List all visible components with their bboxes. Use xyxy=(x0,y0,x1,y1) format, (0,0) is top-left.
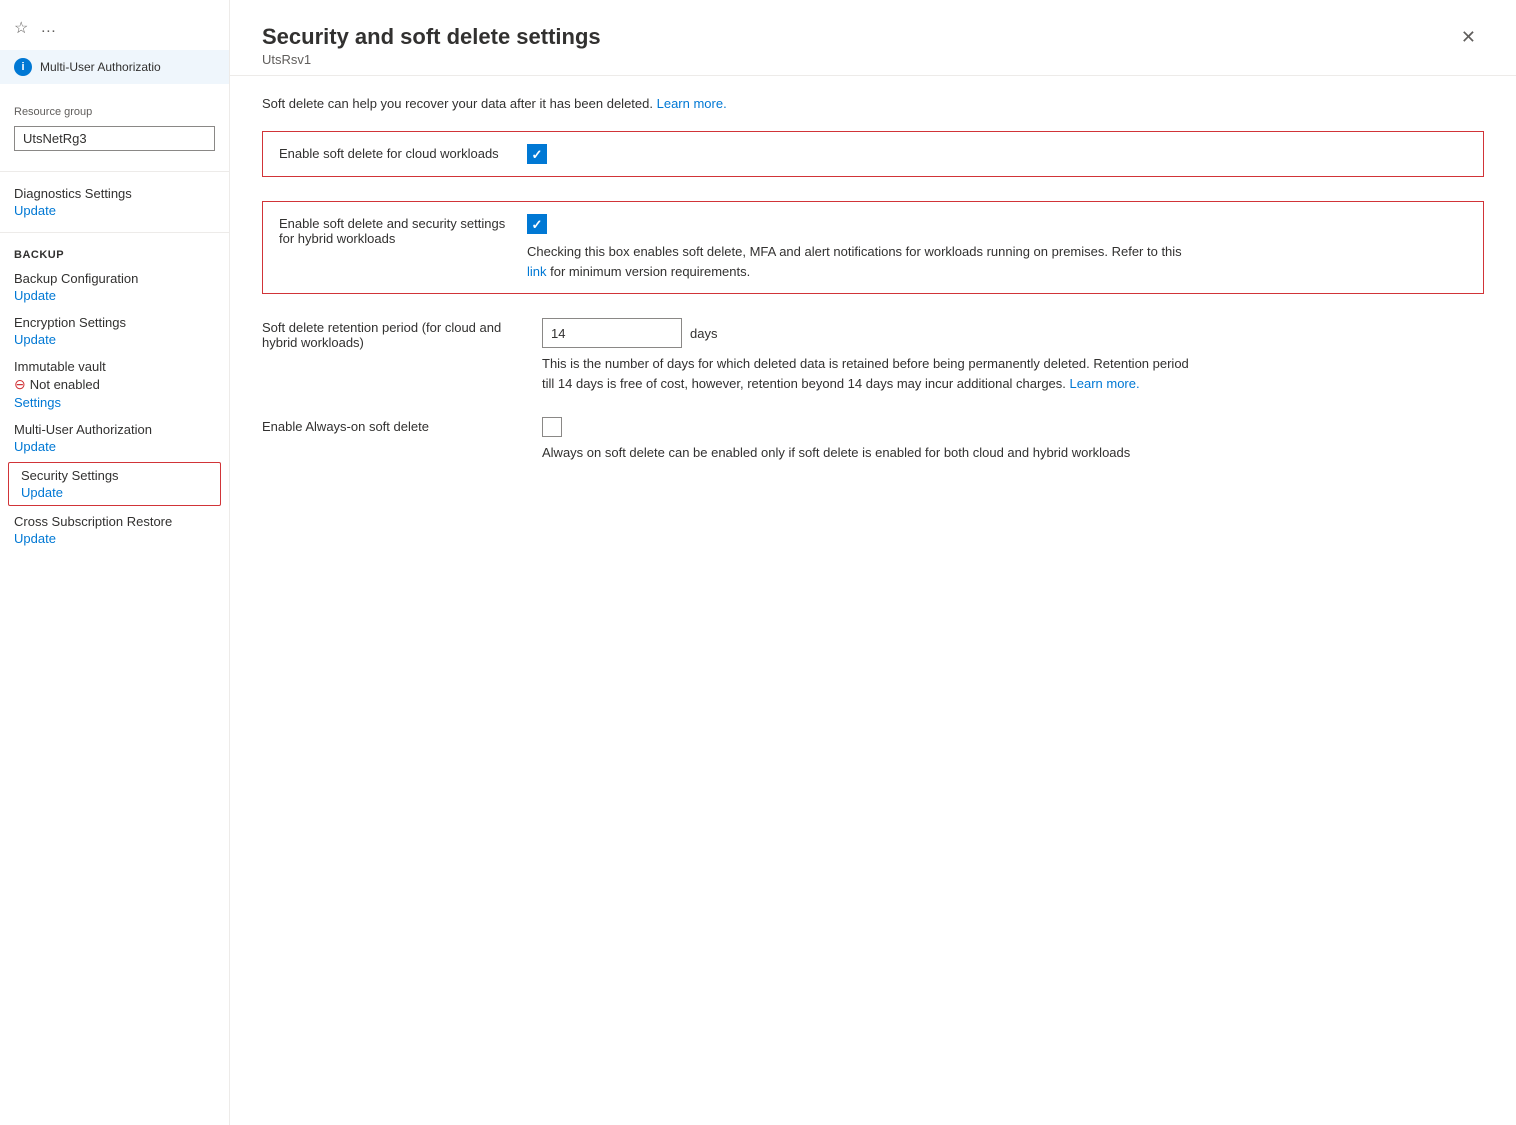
sidebar-item-diagnostics: Diagnostics Settings Update xyxy=(0,180,229,224)
always-on-checkbox[interactable] xyxy=(542,417,562,437)
more-icon[interactable]: … xyxy=(40,19,56,37)
security-settings-link[interactable]: Update xyxy=(21,485,63,500)
close-button[interactable]: ✕ xyxy=(1453,24,1484,50)
sidebar-item-mua: Multi-User Authorization Update xyxy=(0,416,229,460)
retention-learn-more-link[interactable]: Learn more. xyxy=(1070,376,1140,391)
hybrid-workloads-checkbox[interactable]: ✓ xyxy=(527,214,547,234)
sidebar: ☆ … i Multi-User Authorizatio Resource g… xyxy=(0,0,230,1125)
mua-title: Multi-User Authorization xyxy=(14,422,215,437)
panel-description: Soft delete can help you recover your da… xyxy=(262,96,1484,111)
cloud-workloads-section: Enable soft delete for cloud workloads ✓ xyxy=(262,131,1484,177)
resource-group-input[interactable] xyxy=(14,126,215,151)
retention-period-row: Soft delete retention period (for cloud … xyxy=(262,318,1484,393)
backup-config-title: Backup Configuration xyxy=(14,271,215,286)
hybrid-workloads-section: Enable soft delete and security settings… xyxy=(262,201,1484,294)
sidebar-item-encryption: Encryption Settings Update xyxy=(0,309,229,353)
always-on-label: Enable Always-on soft delete xyxy=(262,417,542,434)
cloud-workloads-checkbox[interactable]: ✓ xyxy=(527,144,547,164)
encryption-link[interactable]: Update xyxy=(14,332,56,347)
retention-description: This is the number of days for which del… xyxy=(542,354,1202,393)
cloud-workloads-checkmark: ✓ xyxy=(532,148,543,161)
sidebar-item-backup-config: Backup Configuration Update xyxy=(0,265,229,309)
always-on-control-row xyxy=(542,417,1484,437)
always-on-control: Always on soft delete can be enabled onl… xyxy=(542,417,1484,463)
cloud-workloads-control: ✓ xyxy=(527,144,1467,164)
always-on-description: Always on soft delete can be enabled onl… xyxy=(542,443,1202,463)
hybrid-workloads-label: Enable soft delete and security settings… xyxy=(279,214,527,246)
backup-config-link[interactable]: Update xyxy=(14,288,56,303)
divider-2 xyxy=(0,232,229,233)
panel-title: Security and soft delete settings xyxy=(262,24,601,50)
cross-sub-link[interactable]: Update xyxy=(14,531,56,546)
backup-section-header: BACKUP xyxy=(0,241,229,265)
always-on-row: Enable Always-on soft delete Always on s… xyxy=(262,417,1484,463)
hybrid-link[interactable]: link xyxy=(527,264,547,279)
learn-more-link[interactable]: Learn more. xyxy=(657,96,727,111)
info-icon: i xyxy=(14,58,32,76)
sidebar-item-security-settings[interactable]: Security Settings Update xyxy=(8,462,221,506)
mua-link[interactable]: Update xyxy=(14,439,56,454)
sidebar-item-cross-sub: Cross Subscription Restore Update xyxy=(0,508,229,552)
panel-header-text: Security and soft delete settings UtsRsv… xyxy=(262,24,601,67)
days-label: days xyxy=(690,326,717,341)
resource-group-label: Resource group xyxy=(0,96,229,122)
days-input-row: days xyxy=(542,318,1484,348)
divider-1 xyxy=(0,171,229,172)
panel-body: Soft delete can help you recover your da… xyxy=(230,76,1516,1125)
hybrid-workloads-description: Checking this box enables soft delete, M… xyxy=(527,242,1187,281)
panel-header: Security and soft delete settings UtsRsv… xyxy=(230,0,1516,76)
immutable-status-text: Not enabled xyxy=(30,377,100,392)
info-banner-text: Multi-User Authorizatio xyxy=(40,60,161,74)
immutable-settings-link[interactable]: Settings xyxy=(14,395,61,410)
cloud-workloads-label: Enable soft delete for cloud workloads xyxy=(279,144,527,161)
retention-days-input[interactable] xyxy=(542,318,682,348)
panel-subtitle: UtsRsv1 xyxy=(262,52,601,67)
sidebar-top-icons: ☆ … xyxy=(0,10,229,50)
encryption-title: Encryption Settings xyxy=(14,315,215,330)
star-icon[interactable]: ☆ xyxy=(14,18,28,38)
hybrid-workloads-checkmark: ✓ xyxy=(532,218,543,231)
immutable-status: ⊖ Not enabled xyxy=(14,376,215,393)
hybrid-workloads-control: ✓ Checking this box enables soft delete,… xyxy=(527,214,1467,281)
description-text: Soft delete can help you recover your da… xyxy=(262,96,653,111)
cross-sub-title: Cross Subscription Restore xyxy=(14,514,215,529)
diagnostics-title: Diagnostics Settings xyxy=(14,186,215,201)
retention-period-label: Soft delete retention period (for cloud … xyxy=(262,318,542,350)
diagnostics-update-link[interactable]: Update xyxy=(14,203,56,218)
main-panel: Security and soft delete settings UtsRsv… xyxy=(230,0,1516,1125)
immutable-title: Immutable vault xyxy=(14,359,215,374)
not-enabled-icon: ⊖ xyxy=(14,376,26,393)
security-settings-title: Security Settings xyxy=(21,468,208,483)
retention-period-control: days This is the number of days for whic… xyxy=(542,318,1484,393)
info-banner[interactable]: i Multi-User Authorizatio xyxy=(0,50,229,84)
sidebar-item-immutable: Immutable vault ⊖ Not enabled Settings xyxy=(0,353,229,416)
